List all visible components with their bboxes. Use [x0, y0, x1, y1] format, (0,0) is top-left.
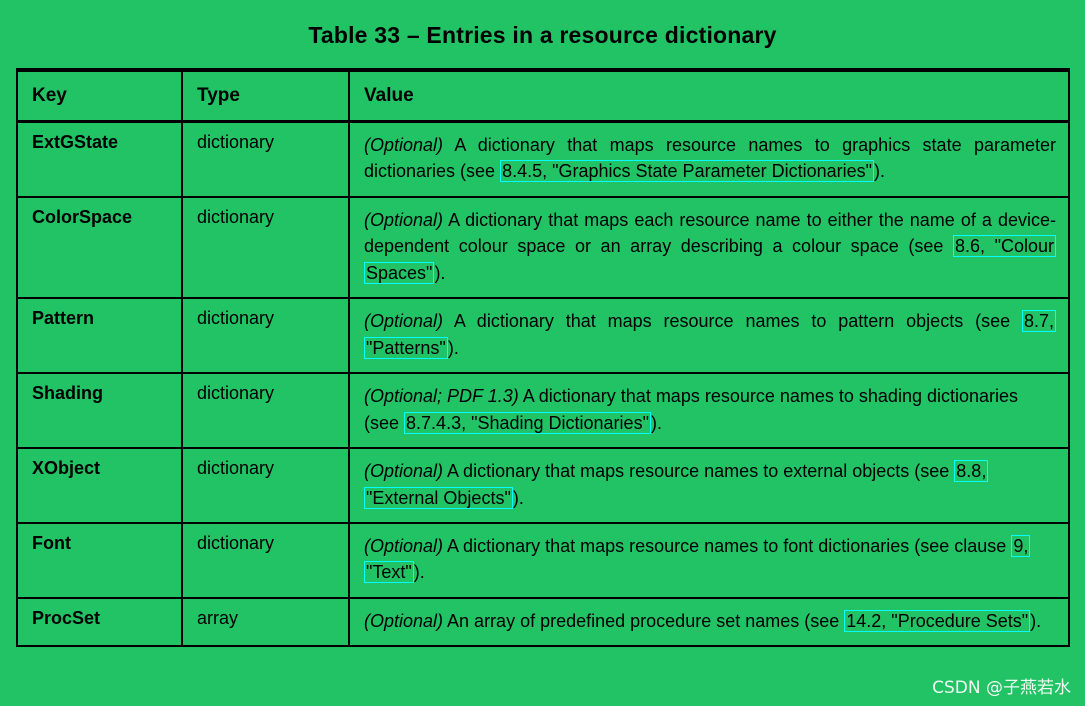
- row-key: XObject: [18, 448, 183, 524]
- row-value: (Optional; PDF 1.3) A dictionary that ma…: [349, 373, 1068, 450]
- row-value: (Optional) A dictionary that maps resour…: [349, 298, 1068, 375]
- optional-tag: (Optional): [364, 610, 444, 631]
- table-row: ProcSet array (Optional) An array of pre…: [18, 597, 1068, 646]
- row-type: dictionary: [182, 448, 350, 524]
- row-key: ColorSpace: [18, 196, 183, 300]
- value-text-post: ).: [874, 161, 886, 182]
- table-row: ColorSpace dictionary (Optional) A dicti…: [18, 196, 1068, 300]
- value-text-pre: A dictionary that maps resource names to…: [443, 461, 955, 482]
- value-text-post: ).: [413, 562, 425, 583]
- row-value: (Optional) A dictionary that maps resour…: [349, 522, 1068, 599]
- row-key: Pattern: [18, 298, 183, 375]
- value-text-pre: An array of predefined procedure set nam…: [443, 610, 845, 631]
- value-text-pre: A dictionary that maps resource names to…: [443, 311, 1022, 332]
- row-key: Font: [18, 522, 183, 599]
- column-header-value: Value: [349, 72, 1068, 123]
- page-title: Table 33 – Entries in a resource diction…: [308, 22, 777, 48]
- optional-tag: (Optional): [364, 135, 444, 155]
- row-value: (Optional) A dictionary that maps each r…: [349, 196, 1068, 300]
- column-header-type: Type: [182, 72, 350, 123]
- value-text-post: ).: [434, 262, 446, 283]
- row-type: array: [182, 597, 350, 646]
- table-row: Font dictionary (Optional) A dictionary …: [18, 522, 1068, 599]
- table-header-row: Key Type Value: [18, 72, 1068, 123]
- optional-tag: (Optional): [364, 209, 444, 230]
- csdn-watermark: CSDN @子燕若水: [932, 678, 1071, 698]
- section-link[interactable]: 8.4.5, "Graphics State Parameter Diction…: [500, 160, 875, 183]
- optional-tag: (Optional): [364, 461, 444, 482]
- optional-tag: (Optional; PDF 1.3): [364, 386, 519, 407]
- row-type: dictionary: [182, 298, 350, 375]
- section-link[interactable]: 8.7.4.3, "Shading Dictionaries": [404, 411, 651, 434]
- optional-tag: (Optional): [364, 535, 444, 556]
- row-type: dictionary: [182, 522, 350, 599]
- table-row: Pattern dictionary (Optional) A dictiona…: [18, 298, 1068, 375]
- row-key: ProcSet: [18, 597, 183, 646]
- row-type: dictionary: [182, 196, 350, 300]
- row-value: (Optional) A dictionary that maps resour…: [349, 448, 1068, 524]
- resource-dictionary-table: Key Type Value ExtGState dictionary (Opt…: [16, 68, 1070, 648]
- optional-tag: (Optional): [364, 311, 444, 332]
- row-value: (Optional) An array of predefined proced…: [349, 598, 1068, 645]
- value-text-pre: A dictionary that maps resource names to…: [443, 535, 1012, 556]
- row-key: ExtGState: [18, 121, 183, 198]
- row-key: Shading: [18, 373, 183, 450]
- column-header-key: Key: [18, 72, 183, 123]
- value-text-post: ).: [1030, 610, 1042, 631]
- value-text-post: ).: [650, 412, 662, 433]
- value-text-post: ).: [512, 487, 524, 508]
- row-value: (Optional) A dictionary that maps resour…: [349, 121, 1068, 198]
- row-type: dictionary: [182, 373, 350, 450]
- table-row: XObject dictionary (Optional) A dictiona…: [18, 448, 1068, 524]
- table-row: ExtGState dictionary (Optional) A dictio…: [18, 121, 1068, 198]
- value-text-post: ).: [447, 337, 459, 358]
- section-link[interactable]: 14.2, "Procedure Sets": [844, 609, 1031, 632]
- row-type: dictionary: [182, 121, 350, 198]
- table-row: Shading dictionary (Optional; PDF 1.3) A…: [18, 373, 1068, 450]
